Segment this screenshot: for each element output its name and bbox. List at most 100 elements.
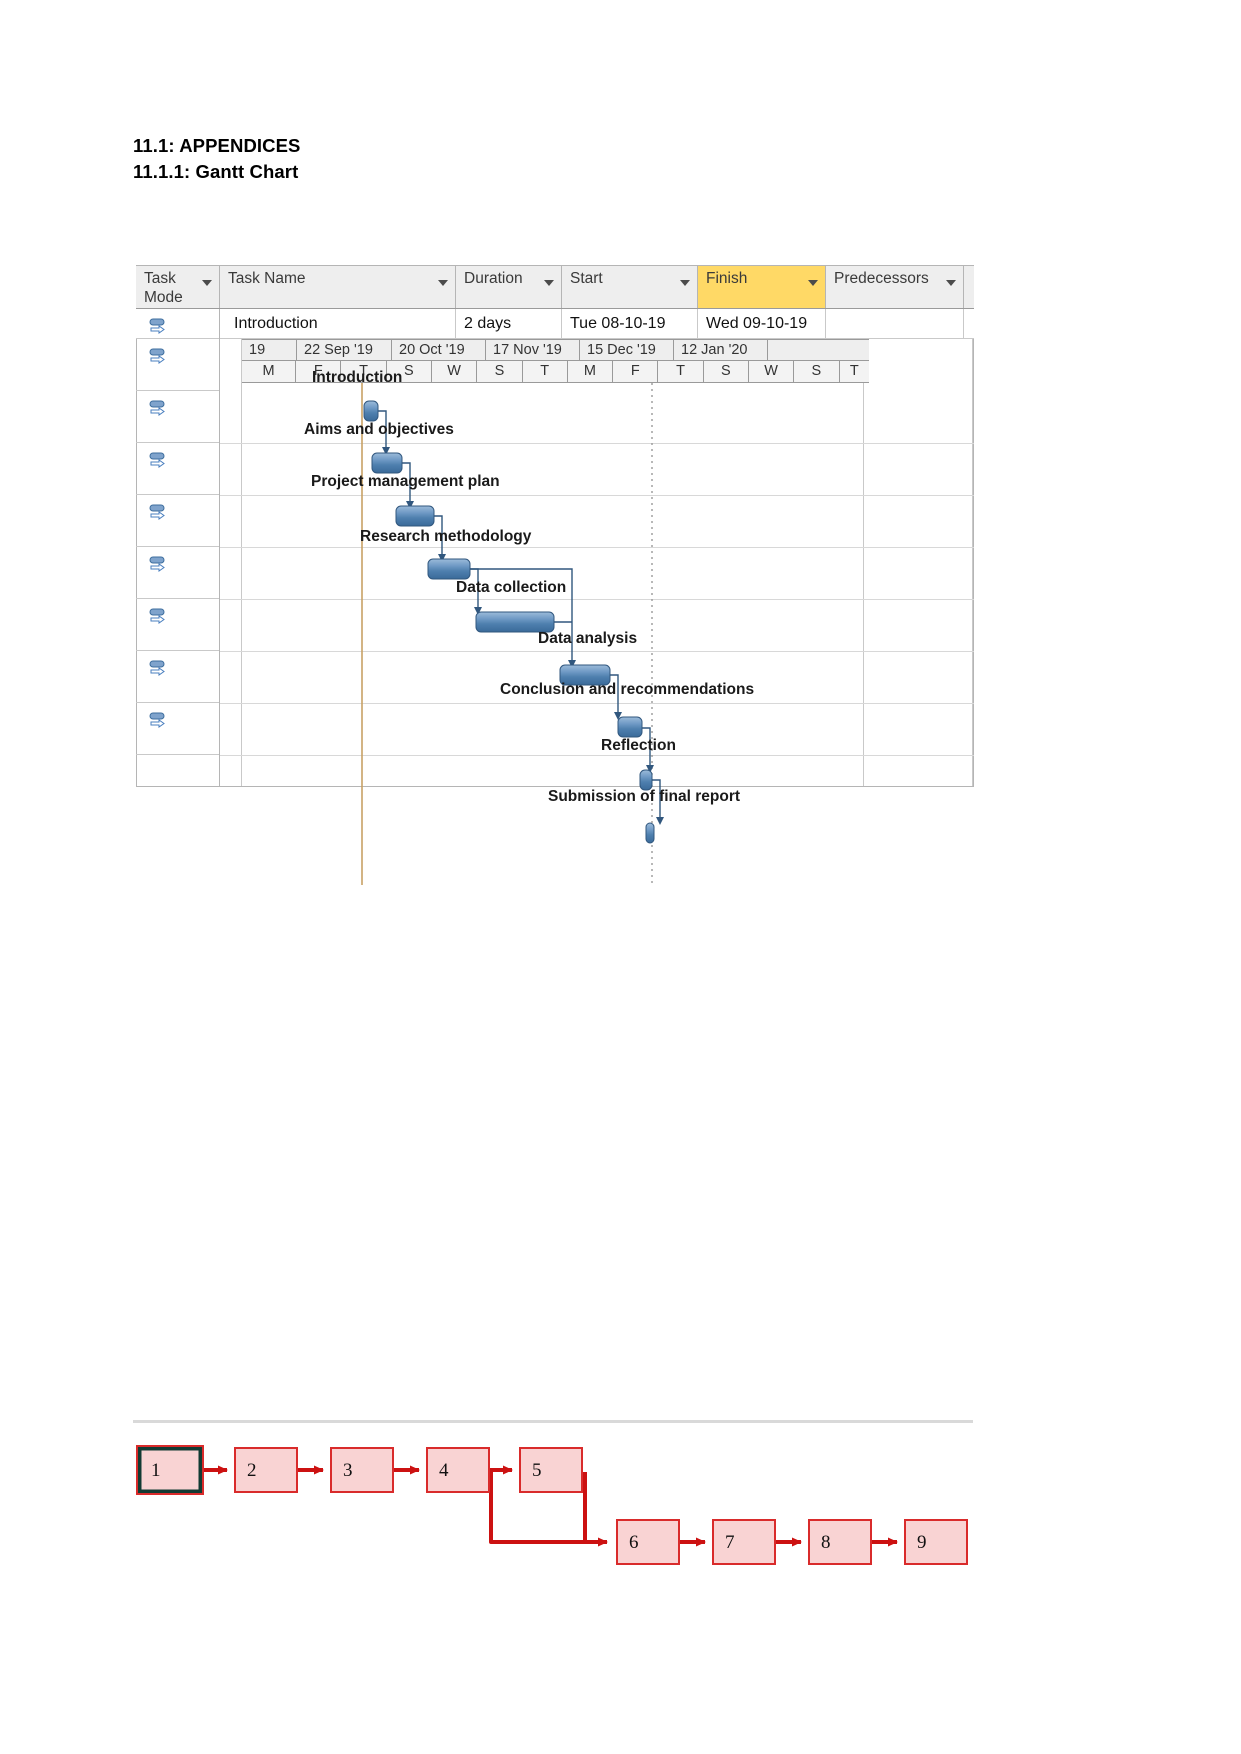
timeline-day: S	[704, 361, 749, 382]
timeline-day: T	[849, 363, 859, 379]
column-header-start-label: Start	[570, 270, 603, 287]
gantt-bar-label: Submission of final report	[548, 788, 740, 805]
gantt-task-bars: Introduction Aims and objectives Project…	[304, 369, 754, 844]
flow-node-label: 3	[343, 1460, 353, 1481]
flow-node-label: 6	[629, 1532, 639, 1553]
flow-node-8[interactable]: 8	[808, 1519, 872, 1565]
chevron-down-icon[interactable]	[438, 280, 448, 286]
flow-node-4[interactable]: 4	[426, 1447, 490, 1493]
cell-duration[interactable]: 2 days	[456, 309, 562, 338]
timeline-day: S	[477, 361, 523, 382]
cell-extra	[964, 309, 974, 338]
timeline-month	[768, 340, 869, 360]
gantt-bar-label: Research methodology	[360, 528, 532, 545]
cell-task-name[interactable]: Introduction	[220, 309, 456, 338]
column-header-start[interactable]: Start	[562, 266, 698, 308]
timeline-day: S	[794, 361, 840, 382]
gantt-bar-label: Data analysis	[538, 630, 637, 647]
chevron-down-icon[interactable]	[946, 280, 956, 286]
auto-schedule-icon	[149, 348, 165, 364]
flow-node-6[interactable]: 6	[616, 1519, 680, 1565]
gantt-bar-submission-of-final-report[interactable]	[645, 822, 655, 844]
flow-node-border	[234, 1447, 298, 1493]
page-divider	[133, 1420, 973, 1423]
gantt-bar-data-collection[interactable]	[475, 611, 555, 633]
flow-node-border	[426, 1447, 490, 1493]
column-header-predecessors[interactable]: Predecessors	[826, 266, 964, 308]
table-row[interactable]: Introduction 2 days Tue 08-10-19 Wed 09-…	[136, 309, 974, 339]
flow-node-2[interactable]: 2	[234, 1447, 298, 1493]
cell-finish[interactable]: Wed 09-10-19	[698, 309, 826, 338]
document-headings: 11.1: APPENDICES 11.1.1: Gantt Chart	[133, 133, 933, 185]
column-header-duration[interactable]: Duration	[456, 266, 562, 308]
gantt-bar-label: Data collection	[456, 579, 566, 596]
timeline-month: 15 Dec '19	[580, 340, 674, 360]
timeline-month: 20 Oct '19	[392, 340, 486, 360]
gantt-bar-label: Reflection	[601, 737, 676, 754]
flow-node-border	[808, 1519, 872, 1565]
gantt-bar-research-methodology[interactable]	[427, 558, 471, 580]
flow-node-label: 4	[439, 1460, 449, 1481]
gantt-bars-area: Introduction Aims and objectives Project…	[136, 369, 974, 885]
timeline-day: M	[568, 361, 614, 382]
flow-node-label: 2	[247, 1460, 257, 1481]
column-header-task-mode-label: Task Mode	[144, 270, 183, 306]
flow-node-5[interactable]: 5	[519, 1447, 583, 1493]
timeline-month-row: 19 22 Sep '19 20 Oct '19 17 Nov '19 15 D…	[242, 339, 869, 361]
flow-node-border	[712, 1519, 776, 1565]
flow-node-label: 9	[917, 1532, 927, 1553]
gantt-bar-introduction[interactable]	[363, 400, 379, 422]
flow-node-label: 8	[821, 1532, 831, 1553]
flow-node-border	[330, 1447, 394, 1493]
timeline-month: 22 Sep '19	[297, 340, 392, 360]
gantt-bar-label: Conclusion and recommendations	[500, 681, 754, 698]
column-header-task-mode[interactable]: Task Mode	[136, 266, 220, 308]
column-header-finish[interactable]: Finish	[698, 266, 826, 308]
column-header-task-name[interactable]: Task Name	[220, 266, 456, 308]
heading-gantt-chart: 11.1.1: Gantt Chart	[133, 161, 299, 182]
flow-nodes: 1 2 3 4 5 6 7 8 9	[136, 1445, 968, 1565]
timeline-day: T	[658, 361, 704, 382]
cell-predecessors[interactable]	[826, 309, 964, 338]
chevron-down-icon[interactable]	[808, 280, 818, 286]
timeline-day: M	[242, 361, 297, 382]
timeline-day: T	[523, 361, 568, 382]
column-header-predecessors-label: Predecessors	[834, 270, 929, 287]
gantt-bar-reflection[interactable]	[639, 769, 653, 791]
flow-node-label: 1	[151, 1460, 161, 1481]
chevron-down-icon[interactable]	[544, 280, 554, 286]
flow-node-label: 5	[532, 1460, 542, 1481]
gantt-bar-label: Introduction	[312, 369, 402, 386]
gantt-column-header-row: Task Mode Task Name Duration Start Finis…	[136, 265, 974, 309]
chevron-down-icon[interactable]	[202, 280, 212, 286]
gantt-bar-label: Project management plan	[311, 473, 500, 490]
timeline-month: 17 Nov '19	[486, 340, 580, 360]
flow-node-3[interactable]: 3	[330, 1447, 394, 1493]
flow-node-border	[616, 1519, 680, 1565]
cell-start[interactable]: Tue 08-10-19	[562, 309, 698, 338]
gantt-bar-label: Aims and objectives	[304, 421, 454, 438]
task-mode-cell[interactable]	[136, 309, 219, 339]
timeline-day: W	[432, 361, 478, 382]
timeline-day: W	[749, 361, 795, 382]
flow-node-label: 7	[725, 1532, 735, 1553]
flow-diagram-svg: 1 2 3 4 5 6 7 8 9	[136, 1445, 968, 1565]
gantt-bar-aims-and-objectives[interactable]	[371, 452, 403, 474]
chevron-down-icon[interactable]	[680, 280, 690, 286]
gantt-chart-figure: Task Mode Task Name Duration Start Finis…	[136, 265, 974, 885]
column-header-extra[interactable]	[964, 266, 974, 308]
timeline-day: F	[613, 361, 659, 382]
heading-appendices: 11.1: APPENDICES	[133, 135, 301, 156]
flow-diagram-figure: 1 2 3 4 5 6 7 8 9	[133, 1420, 973, 1580]
column-header-task-name-label: Task Name	[228, 270, 306, 287]
gantt-bar-project-management-plan[interactable]	[395, 505, 435, 527]
flow-node-9[interactable]: 9	[904, 1519, 968, 1565]
gantt-bar-conclusion-and-recommendations[interactable]	[617, 716, 643, 738]
flow-node-selected-outline	[136, 1445, 204, 1495]
flow-node-7[interactable]: 7	[712, 1519, 776, 1565]
flow-node-border	[519, 1447, 583, 1493]
timeline-month: 19	[242, 340, 297, 360]
timeline-month: 12 Jan '20	[674, 340, 768, 360]
flow-node-1[interactable]: 1	[136, 1445, 204, 1495]
flow-node-border	[904, 1519, 968, 1565]
